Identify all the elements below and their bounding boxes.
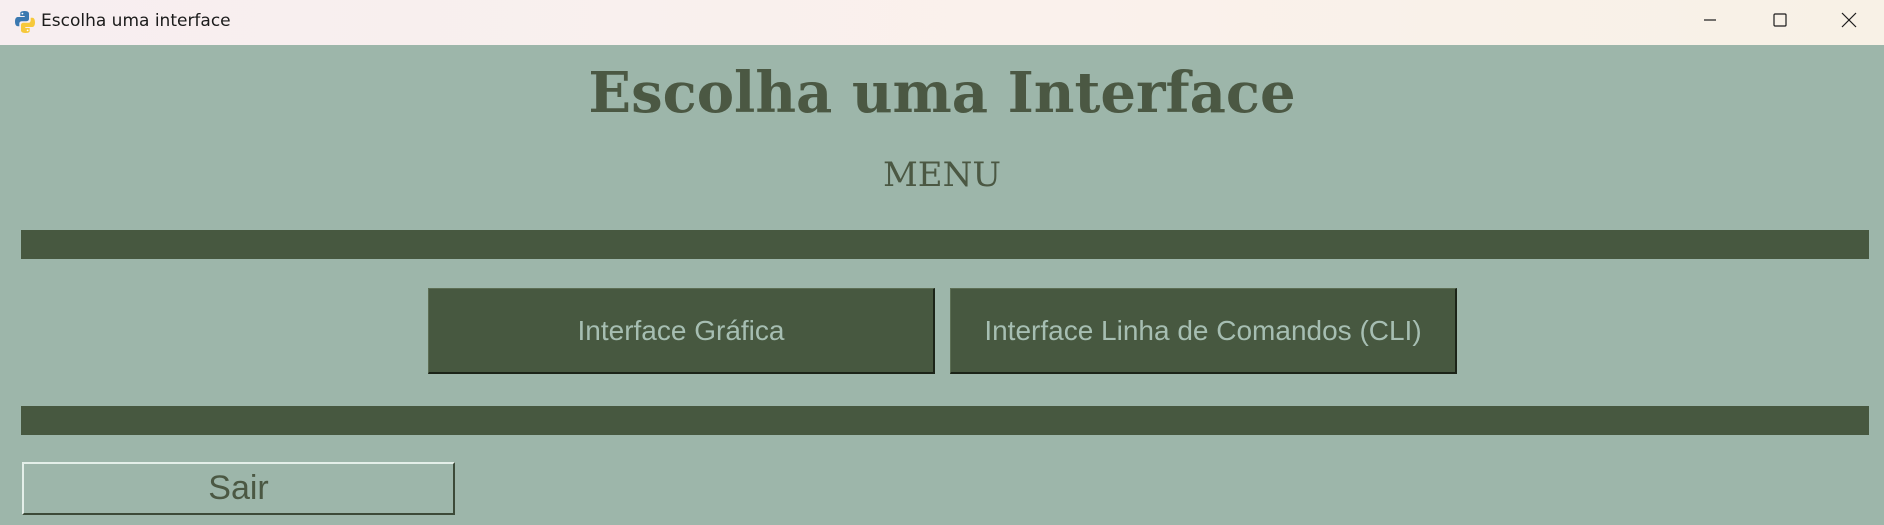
page-title: Escolha uma Interface xyxy=(588,60,1296,126)
cli-interface-button[interactable]: Interface Linha de Comandos (CLI) xyxy=(950,288,1457,374)
menu-label: MENU xyxy=(882,155,1002,195)
minimize-icon xyxy=(1703,13,1717,32)
app-window: Escolha uma interface Escolha uma Interf… xyxy=(0,0,1884,525)
close-button[interactable] xyxy=(1814,0,1884,45)
close-icon xyxy=(1841,12,1857,33)
divider-top xyxy=(21,230,1869,259)
divider-bottom xyxy=(21,406,1869,435)
maximize-icon xyxy=(1773,13,1787,32)
exit-button[interactable]: Sair xyxy=(22,462,455,515)
title-bar[interactable]: Escolha uma interface xyxy=(0,0,1884,45)
graphical-interface-button[interactable]: Interface Gráfica xyxy=(428,288,935,374)
python-icon xyxy=(13,10,37,34)
window-title: Escolha uma interface xyxy=(41,11,231,31)
maximize-button[interactable] xyxy=(1745,0,1815,45)
minimize-button[interactable] xyxy=(1675,0,1745,45)
